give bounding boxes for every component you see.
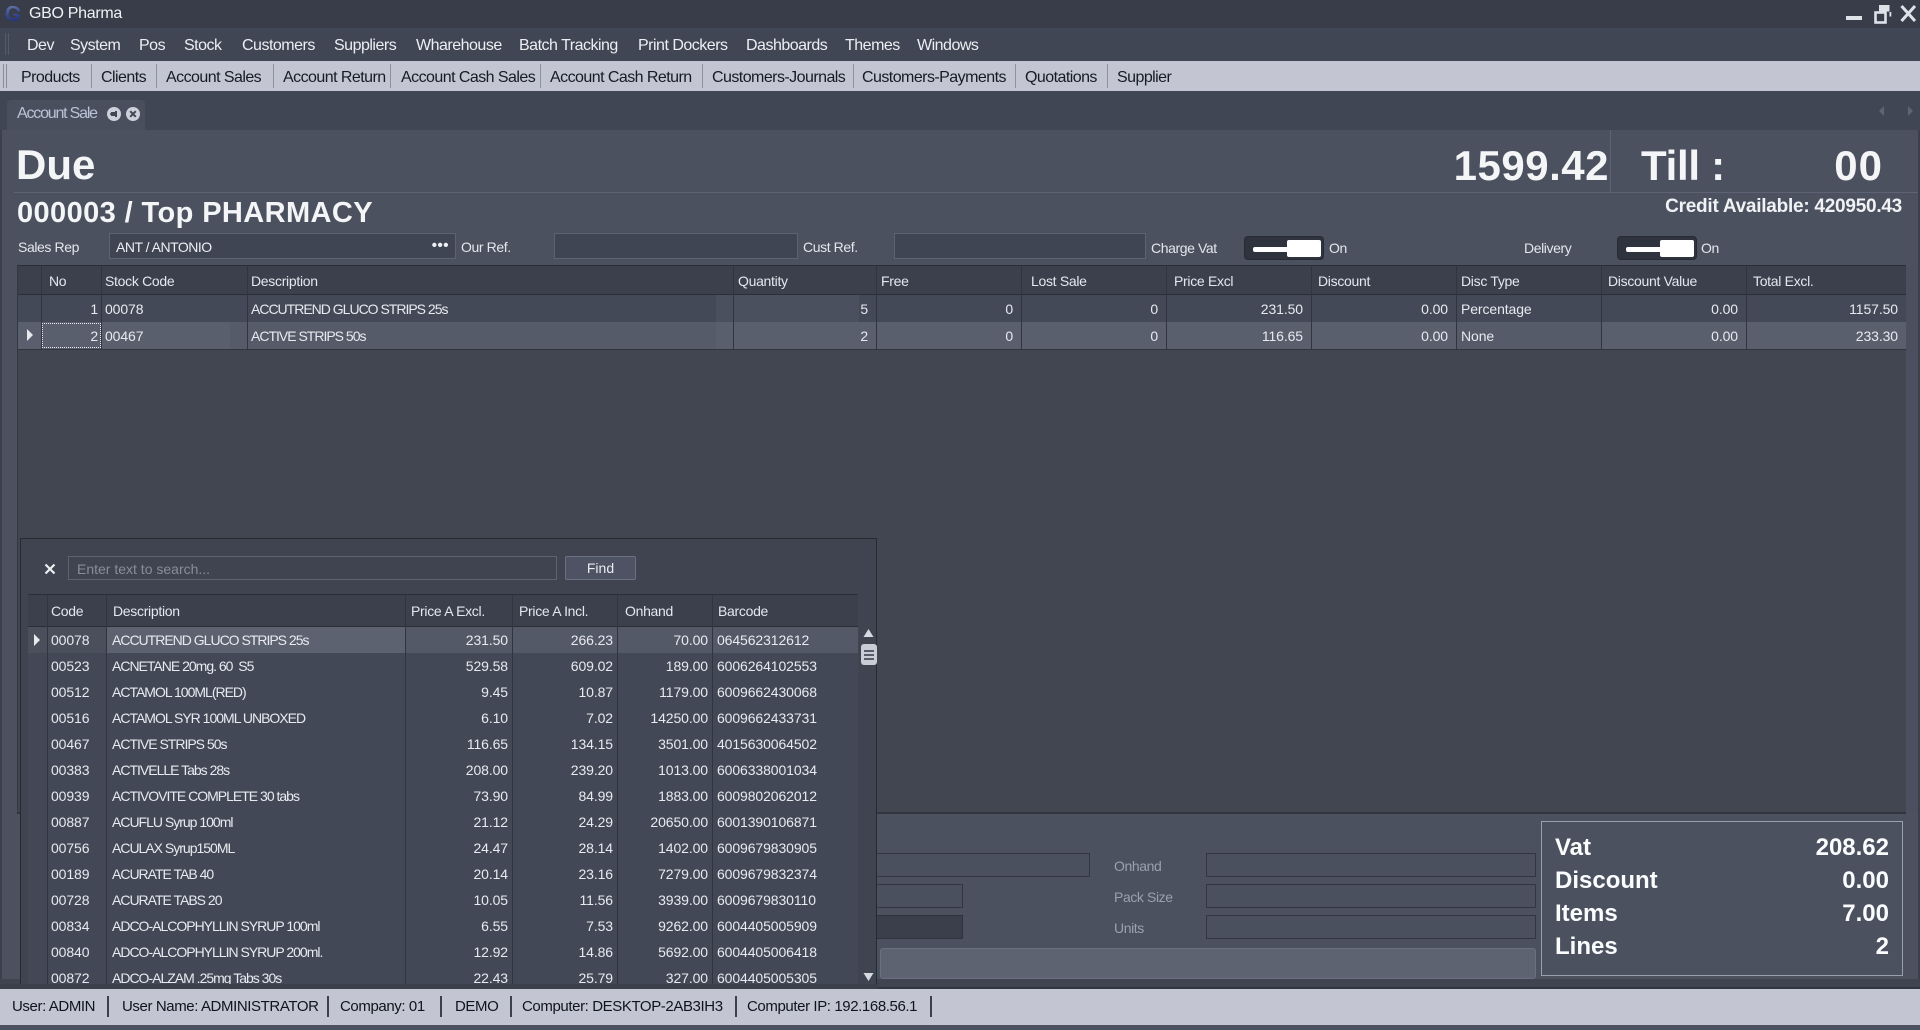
svg-text:G: G xyxy=(4,1,24,27)
